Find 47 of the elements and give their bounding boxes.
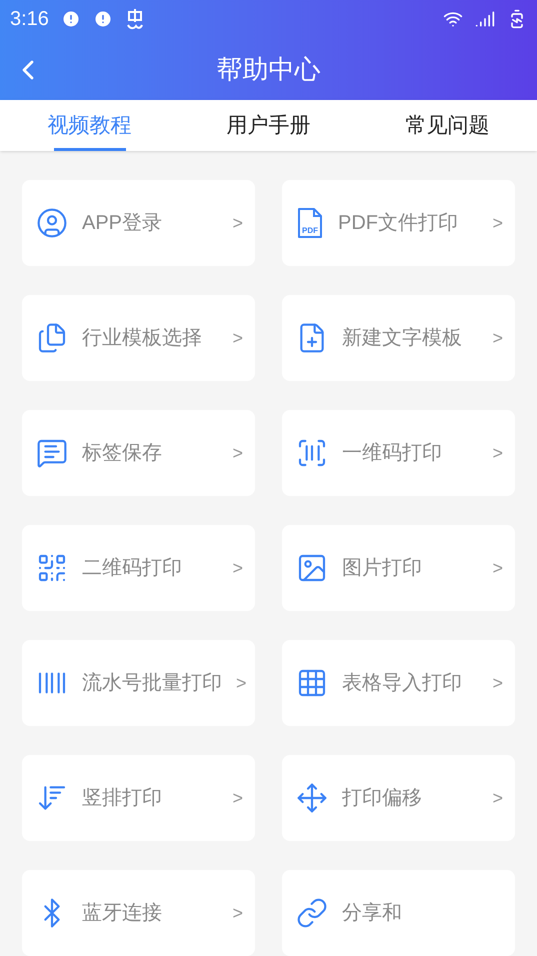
chevron: > bbox=[232, 442, 243, 464]
signal-icon bbox=[475, 9, 495, 29]
tutorial-card[interactable]: 二维码打印 > bbox=[22, 525, 255, 611]
tutorial-card[interactable]: 竖排打印 > bbox=[22, 755, 255, 841]
alert-icon bbox=[60, 9, 81, 29]
documents-icon bbox=[36, 322, 68, 354]
tutorial-card[interactable]: 流水号批量打印 > bbox=[22, 640, 255, 726]
tutorial-card[interactable]: 新建文字模板 > bbox=[282, 295, 515, 381]
tutorial-card[interactable]: 一维码打印 > bbox=[282, 410, 515, 496]
tutorial-card[interactable]: PDF PDF文件打印 > bbox=[282, 180, 515, 266]
alert-icon bbox=[92, 9, 113, 29]
chevron: > bbox=[236, 672, 247, 694]
page-title: 帮助中心 bbox=[216, 52, 320, 86]
chevron: > bbox=[232, 786, 243, 810]
user-icon bbox=[36, 207, 68, 239]
barcode-scan-icon bbox=[296, 437, 328, 469]
tutorial-card[interactable]: 图片打印 > bbox=[282, 525, 515, 611]
pdf-file-icon: PDF bbox=[296, 207, 324, 239]
chevron: > bbox=[492, 672, 503, 694]
tab[interactable]: 视频教程 bbox=[0, 100, 179, 151]
tutorial-card[interactable]: 表格导入打印 > bbox=[282, 640, 515, 726]
tab[interactable]: 用户手册 bbox=[179, 100, 358, 151]
tab-indicator bbox=[54, 148, 126, 151]
message-icon bbox=[36, 437, 68, 469]
tutorial-card[interactable]: 蓝牙连接 > bbox=[22, 870, 255, 956]
table-icon bbox=[296, 667, 328, 699]
tutorial-card[interactable]: 打印偏移 > bbox=[282, 755, 515, 841]
tutorial-card[interactable]: APP登录 > bbox=[22, 180, 255, 266]
chevron: > bbox=[492, 212, 503, 234]
status-time: 3:16 bbox=[10, 7, 49, 32]
chevron: > bbox=[492, 442, 503, 464]
chevron: > bbox=[232, 902, 243, 924]
link-icon bbox=[296, 897, 328, 929]
tab[interactable]: 常见问题 bbox=[358, 100, 537, 151]
chevron: > bbox=[232, 556, 243, 580]
chevron: > bbox=[492, 556, 503, 580]
chevron: > bbox=[232, 326, 243, 350]
tutorial-card[interactable]: 标签保存 > bbox=[22, 410, 255, 496]
chevron: > bbox=[492, 326, 503, 350]
tutorial-card[interactable]: 分享和 bbox=[282, 870, 515, 956]
notification-icon bbox=[124, 8, 145, 30]
qr-code-icon bbox=[36, 552, 68, 584]
image-icon bbox=[296, 552, 328, 584]
tutorial-card[interactable]: 行业模板选择 > bbox=[22, 295, 255, 381]
chevron: > bbox=[232, 212, 243, 234]
chevron: > bbox=[492, 786, 503, 810]
move-icon bbox=[296, 782, 328, 814]
